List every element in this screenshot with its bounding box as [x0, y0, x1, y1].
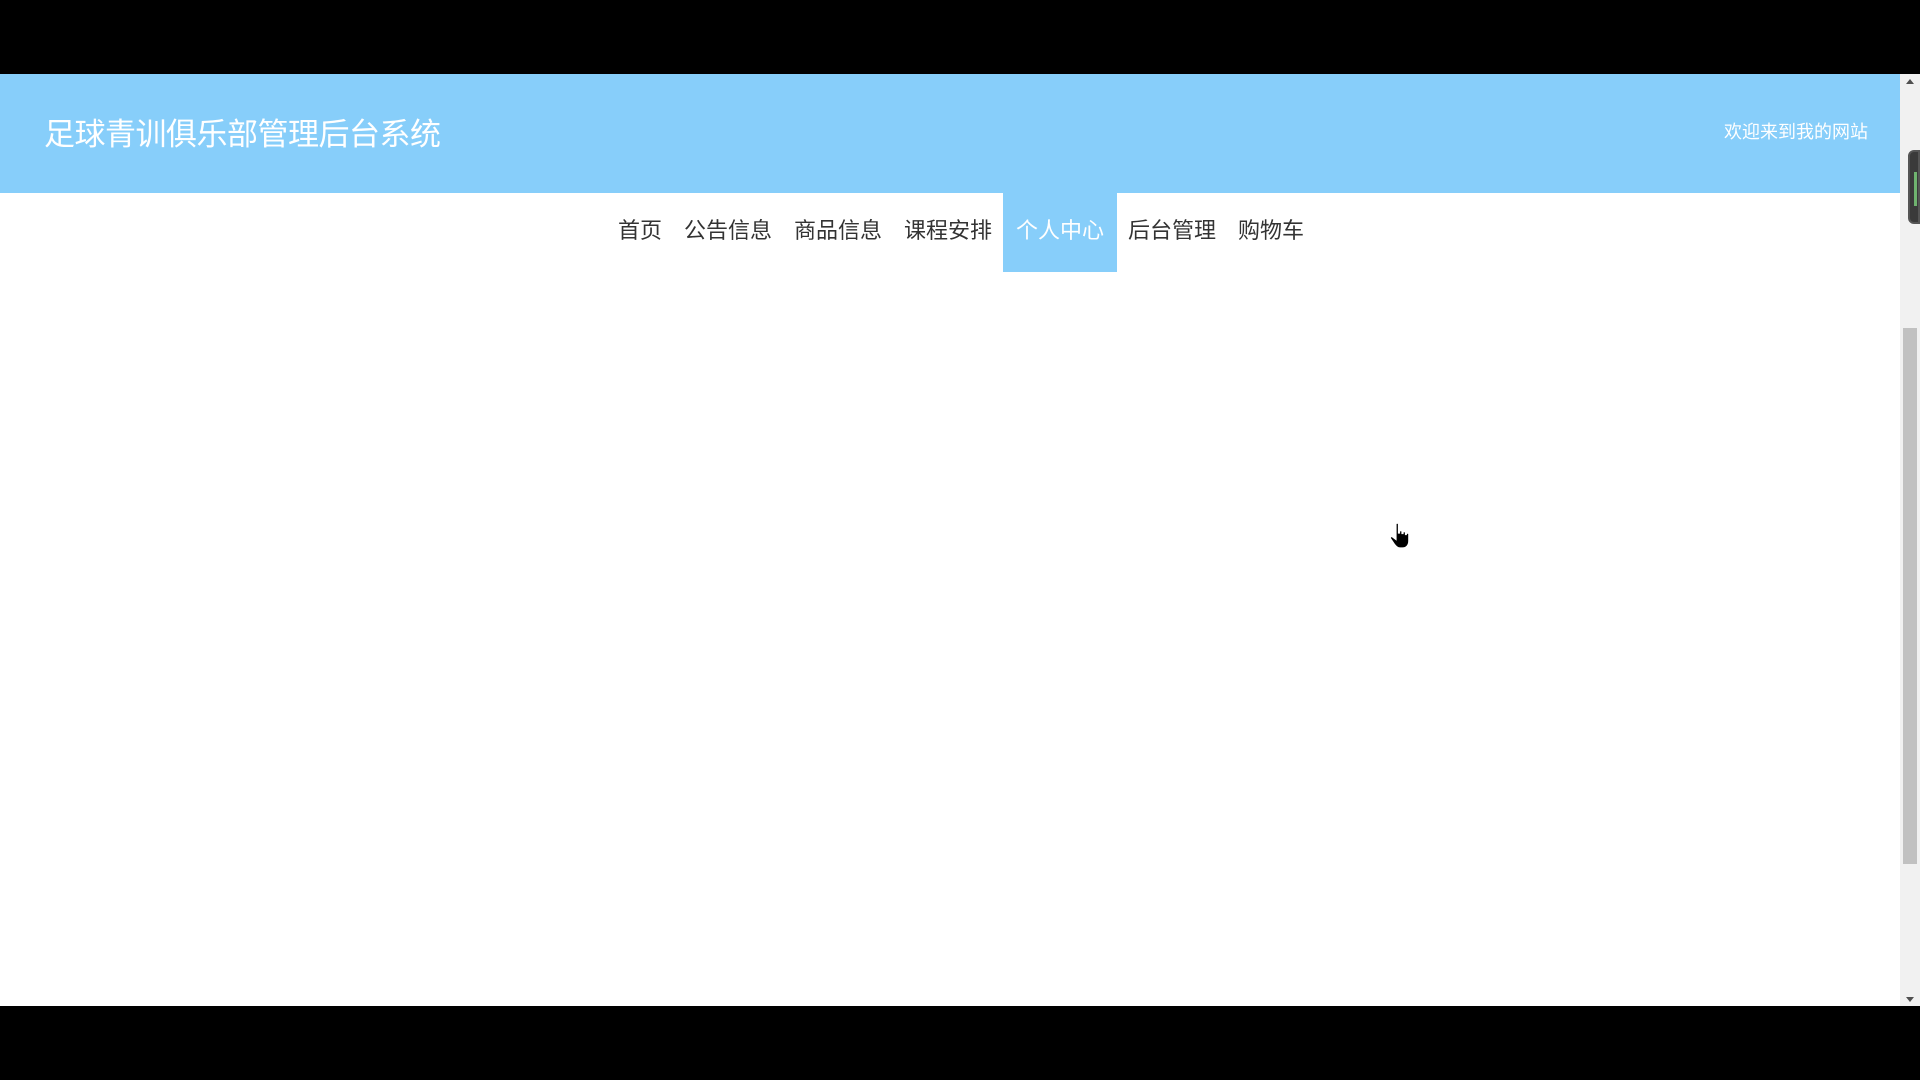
nav-item-personal-center[interactable]: 个人中心 [1003, 193, 1118, 272]
hand-pointer-icon [1389, 522, 1410, 549]
letterbox-bottom [0, 1006, 1920, 1080]
welcome-text: 欢迎来到我的网站 [1724, 122, 1868, 143]
arrow-up-icon[interactable] [1900, 74, 1920, 88]
nav-item-home[interactable]: 首页 [607, 193, 673, 272]
nav-item-products[interactable]: 商品信息 [783, 193, 893, 272]
main-nav: 首页 公告信息 商品信息 课程安排 个人中心 后台管理 购物车 [0, 193, 1900, 272]
site-title: 足球青训俱乐部管理后台系统 [44, 117, 441, 153]
side-handle-indicator [1914, 172, 1917, 206]
nav-item-admin[interactable]: 后台管理 [1117, 193, 1227, 272]
nav-item-cart[interactable]: 购物车 [1227, 193, 1315, 272]
side-panel-handle[interactable] [1908, 150, 1920, 224]
letterbox-top [0, 0, 1920, 74]
scrollbar-thumb[interactable] [1903, 328, 1917, 864]
nav-item-courses[interactable]: 课程安排 [893, 193, 1003, 272]
arrow-down-icon[interactable] [1900, 992, 1920, 1006]
site-header: 足球青训俱乐部管理后台系统 欢迎来到我的网站 [0, 74, 1900, 193]
nav-item-announcements[interactable]: 公告信息 [673, 193, 783, 272]
browser-viewport: 足球青训俱乐部管理后台系统 欢迎来到我的网站 首页 公告信息 商品信息 课程安排… [0, 74, 1900, 1006]
